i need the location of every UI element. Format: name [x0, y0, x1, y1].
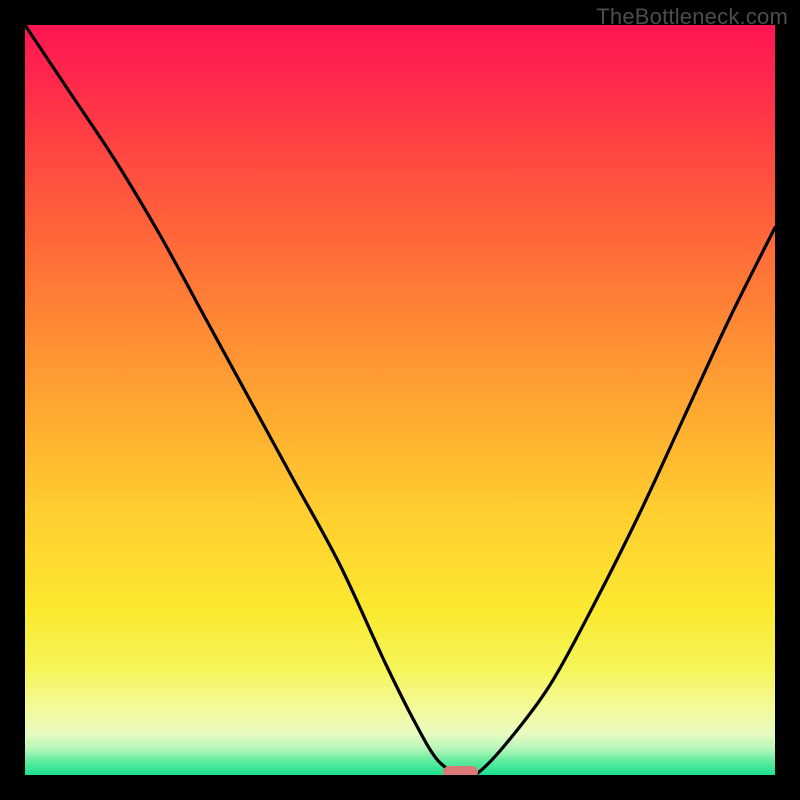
chart-frame: TheBottleneck.com [0, 0, 800, 800]
optimal-marker [443, 766, 478, 775]
bottleneck-curve [25, 25, 775, 775]
attribution-label: TheBottleneck.com [596, 4, 788, 30]
plot-area [25, 25, 775, 775]
